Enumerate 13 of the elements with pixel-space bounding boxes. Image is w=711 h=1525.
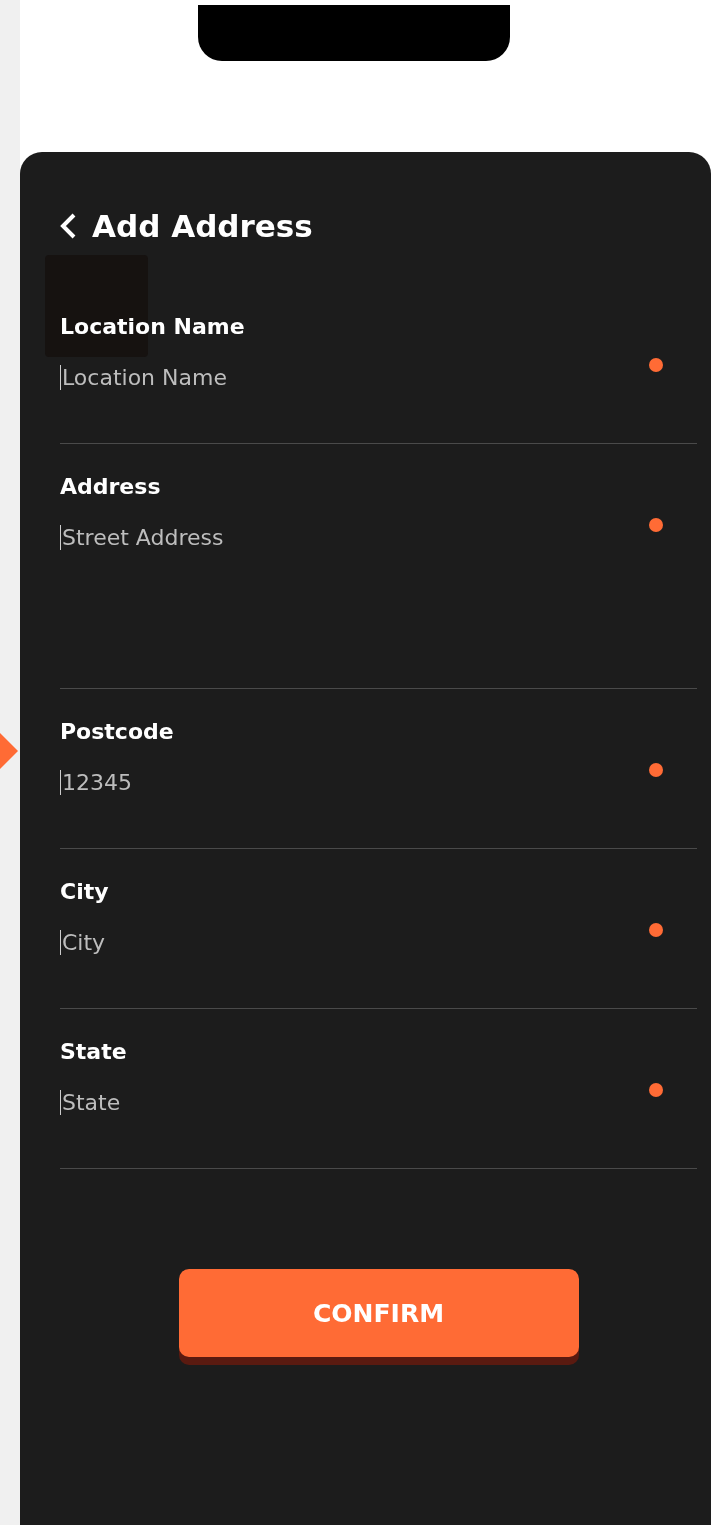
arrow-icon [0,733,18,769]
field-label: City [60,879,109,904]
field-label: Postcode [60,719,174,744]
input-field[interactable]: State [60,1090,582,1115]
input-field[interactable]: City [60,930,582,955]
input-field[interactable]: Street Address [60,525,582,550]
field-label: Address [60,474,161,499]
field-label: State [60,1039,127,1064]
input-field[interactable]: Location Name [60,365,582,390]
sheet-title: Add Address [92,208,313,244]
field-label: Location Name [60,314,245,339]
input-field[interactable]: 12345 [60,770,582,795]
back-icon[interactable] [58,212,78,240]
